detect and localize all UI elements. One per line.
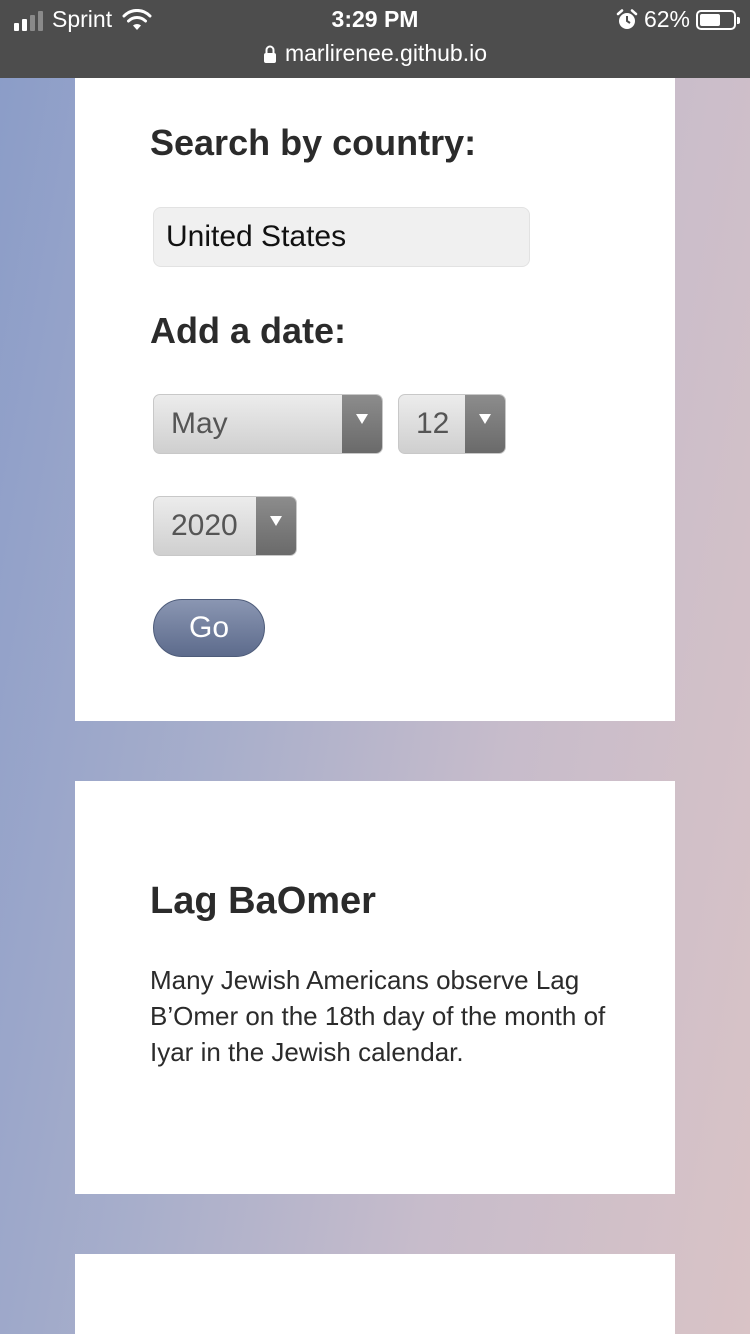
holiday-card: Lag BaOmer Many Jewish Americans observe… (75, 781, 675, 1194)
next-card (75, 1254, 675, 1334)
day-select[interactable]: 12 (398, 394, 506, 454)
url-text[interactable]: marlirenee.github.io (285, 40, 487, 67)
search-card: Search by country: Add a date: May 12 20… (75, 78, 675, 721)
chevron-down-icon[interactable] (256, 497, 296, 555)
battery-fill (700, 13, 720, 26)
country-heading: Search by country: (150, 122, 477, 163)
holiday-title: Lag BaOmer (150, 880, 376, 922)
year-value: 2020 (171, 509, 238, 542)
lock-icon (263, 45, 276, 63)
battery-icon (696, 9, 740, 30)
country-input[interactable] (153, 207, 530, 267)
holiday-description: Many Jewish Americans observe Lag B’Omer… (150, 965, 606, 1067)
chevron-down-icon[interactable] (342, 395, 382, 453)
url-bar[interactable]: marlirenee.github.io (0, 40, 750, 67)
month-value: May (171, 407, 228, 440)
date-heading: Add a date: (150, 310, 347, 351)
chevron-down-icon[interactable] (465, 395, 505, 453)
battery-percent: 62% (643, 6, 690, 32)
year-select[interactable]: 2020 (153, 496, 297, 556)
month-select[interactable]: May (153, 394, 383, 454)
status-right: 62% (616, 6, 740, 33)
day-value: 12 (416, 407, 450, 440)
status-bar: Sprint 3:29 PM 62% marlirenee.github.io (0, 0, 750, 78)
alarm-icon (616, 8, 638, 29)
go-button[interactable]: Go (153, 599, 265, 657)
